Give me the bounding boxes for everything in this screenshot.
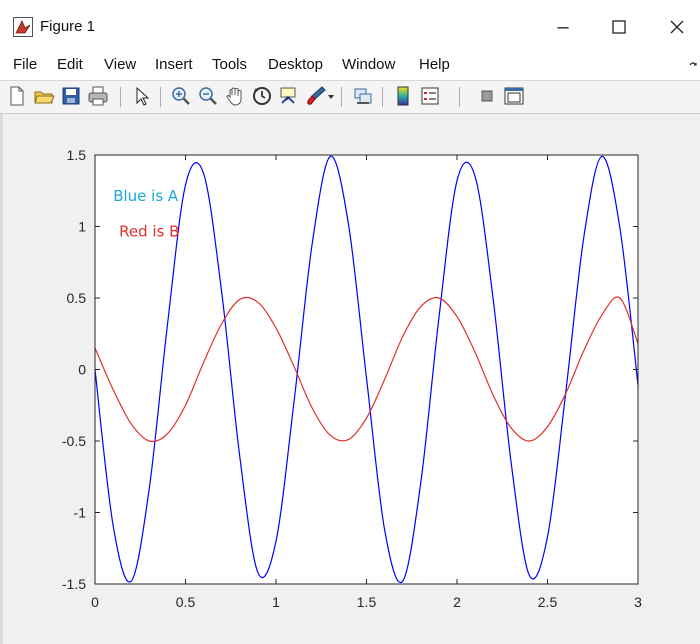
- window-title: Figure 1: [40, 18, 96, 35]
- window-titlebar: Figure 1 –: [0, 0, 700, 52]
- y-tick-label: 1.5: [67, 147, 87, 163]
- menu-file[interactable]: File: [13, 56, 37, 73]
- data-cursor-icon[interactable]: [278, 85, 300, 107]
- menu-window[interactable]: Window: [342, 56, 395, 73]
- y-tick-label: -1: [74, 505, 87, 521]
- save-icon[interactable]: [60, 85, 82, 107]
- menu-desktop[interactable]: Desktop: [268, 56, 323, 73]
- menu-help[interactable]: Help: [419, 56, 450, 73]
- toolbar-separator: [341, 87, 342, 107]
- show-plot-tools-icon[interactable]: [503, 85, 525, 107]
- annotation-1: Red is B: [119, 223, 179, 241]
- zoom-in-icon[interactable]: [170, 85, 192, 107]
- toolbar-separator: [160, 87, 161, 107]
- annotation-0: Blue is A: [113, 187, 179, 205]
- x-tick-label: 0: [91, 594, 99, 610]
- maximize-icon: [612, 20, 626, 34]
- dock-arrow-icon[interactable]: [688, 60, 698, 70]
- x-tick-label: 0.5: [176, 594, 196, 610]
- minimize-button[interactable]: –: [540, 12, 586, 42]
- close-button[interactable]: [654, 12, 700, 42]
- pan-icon[interactable]: [224, 85, 246, 107]
- rotate-3d-icon[interactable]: [251, 85, 273, 107]
- dropdown-arrow-icon[interactable]: [326, 85, 336, 107]
- new-figure-icon[interactable]: [6, 85, 28, 107]
- y-tick-label: 1: [78, 219, 86, 235]
- insert-colorbar-icon[interactable]: [392, 85, 414, 107]
- y-tick-label: 0.5: [67, 290, 87, 306]
- close-icon: [670, 20, 684, 34]
- menu-edit[interactable]: Edit: [57, 56, 83, 73]
- x-tick-label: 2: [453, 594, 461, 610]
- maximize-button[interactable]: [596, 12, 642, 42]
- x-tick-label: 3: [634, 594, 642, 610]
- open-file-icon[interactable]: [33, 85, 55, 107]
- print-icon[interactable]: [87, 85, 109, 107]
- plot-area[interactable]: 0 0.5 1 1.5 2 2.5 3 -1.5 -1 -0.5 0 0.5 1 1.5 Blue is A…: [0, 114, 700, 644]
- edit-plot-icon[interactable]: [131, 85, 153, 107]
- axes-background: [95, 155, 638, 584]
- minimize-icon: –: [557, 15, 569, 38]
- x-tick-label: 1: [272, 594, 280, 610]
- y-tick-label: -0.5: [62, 433, 86, 449]
- menu-view[interactable]: View: [104, 56, 136, 73]
- brush-icon[interactable]: [305, 85, 327, 107]
- menu-tools[interactable]: Tools: [212, 56, 247, 73]
- x-tick-label: 1.5: [357, 594, 377, 610]
- zoom-out-icon[interactable]: [197, 85, 219, 107]
- menu-insert[interactable]: Insert: [155, 56, 193, 73]
- insert-legend-icon[interactable]: [419, 85, 441, 107]
- link-plot-icon[interactable]: [352, 85, 374, 107]
- matlab-figure-icon: [13, 17, 33, 37]
- hide-plot-tools-icon[interactable]: [476, 85, 498, 107]
- toolbar-separator: [120, 87, 121, 107]
- menu-bar: File Edit View Insert Tools Desktop Wind…: [0, 52, 700, 81]
- toolbar-separator: [382, 87, 383, 107]
- figure-toolbar: [0, 81, 700, 114]
- y-tick-label: -1.5: [62, 576, 86, 592]
- x-tick-label: 2.5: [538, 594, 558, 610]
- toolbar-separator: [459, 87, 460, 107]
- y-tick-label: 0: [78, 362, 86, 378]
